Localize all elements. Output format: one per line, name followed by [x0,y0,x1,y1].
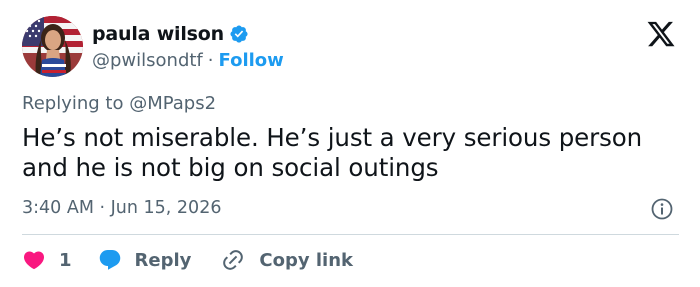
author-display-name[interactable]: paula wilson [92,23,224,45]
like-button[interactable]: 1 [22,248,72,272]
follow-button[interactable]: Follow [219,50,284,71]
link-icon [221,248,245,272]
tweet-timestamp[interactable]: 3:40 AM · Jun 15, 2026 [22,197,221,219]
copy-link-label: Copy link [259,249,353,271]
x-logo-icon[interactable] [645,19,677,49]
copy-link-button[interactable]: Copy link [221,248,353,272]
info-icon[interactable] [650,197,674,221]
author-name-row: paula wilson [92,22,249,46]
reply-label: Reply [134,249,192,271]
chat-bubble-icon [98,248,122,272]
replying-to-label: Replying to @MPaps2 [22,93,217,114]
author-handle[interactable]: @pwilsondtf [92,50,203,71]
tweet-text: He’s not miserable. He’s just a very ser… [22,123,643,182]
separator-dot: · [207,49,214,71]
avatar-image [22,16,83,77]
divider [22,234,679,235]
avatar[interactable] [22,16,83,77]
like-count: 1 [59,249,72,271]
reply-button[interactable]: Reply [98,248,192,272]
tweet-embed-card: paula wilson @pwilsondtf · Follow Replyi… [0,0,700,287]
action-bar: 1 Reply Copy link [22,246,353,274]
heart-icon [22,248,46,272]
author-handle-row: @pwilsondtf · Follow [92,49,284,71]
verified-badge-icon [229,24,249,44]
